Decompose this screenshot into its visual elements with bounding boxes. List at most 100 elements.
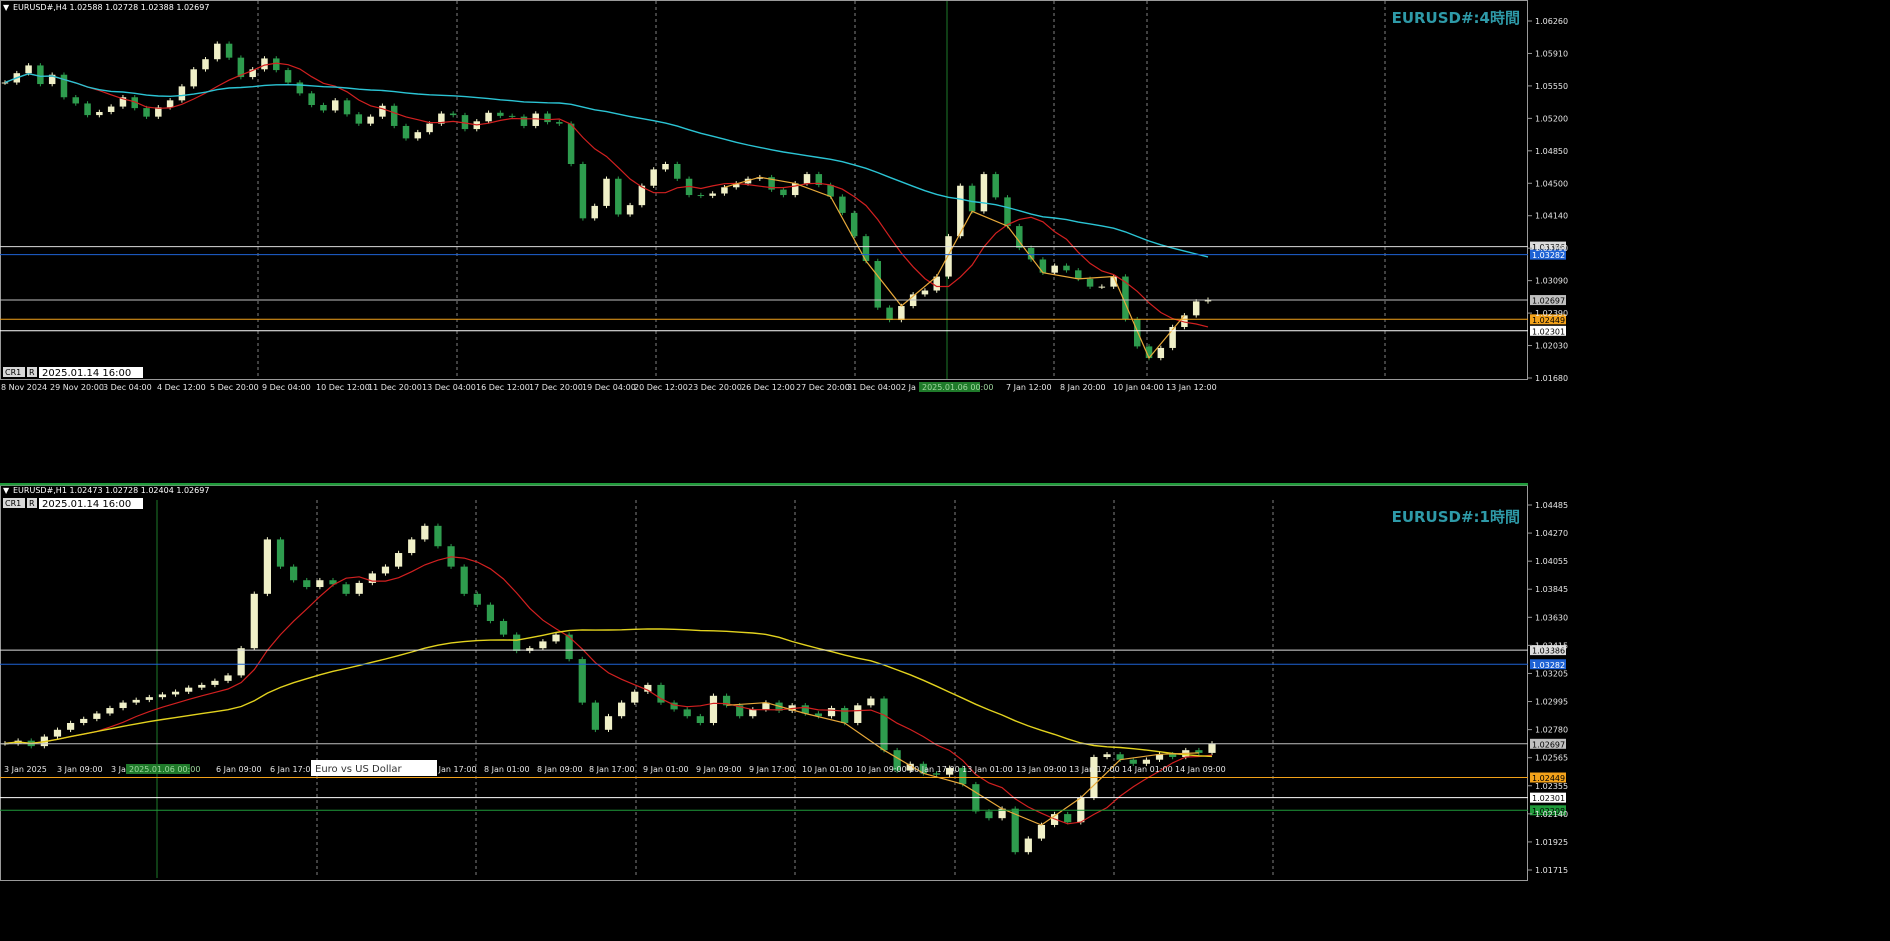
candle bbox=[198, 682, 206, 690]
h1-chart-svg[interactable]: 1.033861.032821.026971.024491.023011.022… bbox=[0, 482, 1890, 937]
price-axis-label: 1.02355 bbox=[1535, 782, 1568, 791]
time-axis-label: 17 Dec 20:00 bbox=[529, 383, 583, 392]
candle-body bbox=[968, 185, 976, 212]
candle-body bbox=[1, 82, 9, 84]
candle bbox=[1155, 751, 1164, 762]
time-axis-label: 9 Dec 04:00 bbox=[262, 383, 311, 392]
candle-body bbox=[303, 580, 311, 588]
time-axis-label: 11 Dec 20:00 bbox=[368, 383, 422, 392]
candle-body bbox=[1075, 270, 1082, 279]
price-axis-label: 1.04850 bbox=[1535, 147, 1568, 156]
chart-frame bbox=[0, 485, 1528, 881]
candle-body bbox=[499, 621, 508, 635]
candle-body bbox=[1024, 838, 1032, 853]
symbol-menu-icon[interactable]: ▼ bbox=[3, 3, 10, 12]
candle bbox=[827, 705, 836, 719]
candle-body bbox=[178, 86, 186, 101]
candle bbox=[815, 171, 823, 188]
candle-body bbox=[615, 178, 622, 215]
candle-body bbox=[355, 582, 363, 594]
candle-body bbox=[1064, 814, 1072, 823]
candle bbox=[60, 72, 68, 100]
h4-chart-pane[interactable]: 1.03386 1.03282 1.02697 1.02449 1.02301 1.062… bbox=[0, 0, 1890, 483]
candle bbox=[1192, 299, 1200, 318]
candle bbox=[331, 98, 339, 113]
candle-body bbox=[980, 174, 988, 212]
candle-body bbox=[985, 811, 993, 819]
candle-body bbox=[225, 43, 233, 58]
candle-body bbox=[1208, 743, 1216, 753]
candle bbox=[261, 56, 268, 72]
candle bbox=[1024, 836, 1032, 855]
candle-body bbox=[290, 566, 298, 581]
candle-body bbox=[603, 178, 610, 206]
candle-body bbox=[381, 566, 390, 574]
candle-body bbox=[1129, 759, 1137, 764]
zigzag-indicator-line bbox=[726, 701, 1199, 826]
candle bbox=[379, 103, 386, 119]
candle bbox=[284, 67, 292, 85]
candle-body bbox=[158, 694, 167, 698]
price-level-tag-label: 1.02301 bbox=[1532, 794, 1565, 803]
candle bbox=[1157, 345, 1165, 361]
candle bbox=[552, 632, 560, 644]
candle-body bbox=[198, 684, 206, 688]
candle-body bbox=[945, 236, 952, 277]
candle bbox=[670, 700, 678, 712]
candle bbox=[202, 56, 209, 72]
candle-body bbox=[119, 702, 127, 709]
candle-body bbox=[591, 702, 599, 730]
candle-body bbox=[66, 722, 75, 730]
price-axis-label: 1.04270 bbox=[1535, 529, 1568, 538]
h1-chart-pane[interactable]: 1.03386 1.03282 1.02697 1.02449 1.02301 1.022… bbox=[0, 482, 1890, 937]
candle-body bbox=[434, 525, 442, 547]
time-axis-label: 10 Jan 04:00 bbox=[1113, 383, 1164, 392]
candle bbox=[96, 109, 103, 118]
time-axis-label: 9 Jan 09:00 bbox=[696, 765, 742, 774]
candle bbox=[48, 72, 56, 87]
price-level-tag-label: 1.02301 bbox=[1532, 327, 1565, 336]
candle bbox=[1098, 284, 1106, 289]
price-axis-label: 1.03790 bbox=[1535, 244, 1568, 253]
candle-body bbox=[185, 687, 193, 692]
candle-body bbox=[867, 698, 875, 706]
candle bbox=[539, 639, 547, 651]
time-axis-label: 9 Jan 17:00 bbox=[749, 765, 795, 774]
candle bbox=[473, 591, 481, 607]
candle bbox=[132, 697, 140, 705]
candle-body bbox=[72, 97, 80, 104]
price-axis-label: 1.04055 bbox=[1535, 557, 1568, 566]
candle-body bbox=[390, 105, 398, 126]
candle bbox=[237, 645, 245, 678]
candle-body bbox=[394, 553, 403, 567]
time-axis-label: 26 Dec 12:00 bbox=[741, 383, 795, 392]
candle-body bbox=[1039, 259, 1047, 273]
candle-body bbox=[224, 675, 232, 681]
candle bbox=[214, 41, 221, 62]
candle-body bbox=[132, 699, 140, 703]
time-axis-label: 8 Jan 20:00 bbox=[1060, 383, 1106, 392]
candle bbox=[394, 550, 403, 569]
candle-body bbox=[355, 114, 363, 124]
candle bbox=[106, 705, 114, 716]
candle-body bbox=[618, 702, 626, 717]
time-axis-label: 10 Jan 17:00 bbox=[909, 765, 960, 774]
h4-chart-svg[interactable]: 1.033861.032821.026971.024491.023011.062… bbox=[0, 0, 1890, 483]
candle-body bbox=[1037, 824, 1046, 839]
candle bbox=[343, 98, 351, 117]
candle bbox=[225, 41, 233, 60]
symbol-menu-icon[interactable]: ▼ bbox=[3, 486, 10, 495]
symbol-watermark: EURUSD#:1時間 bbox=[1392, 508, 1520, 526]
candle bbox=[190, 67, 197, 89]
price-axis-label: 1.03090 bbox=[1535, 277, 1568, 286]
time-axis-label: 9 Jan 01:00 bbox=[643, 765, 689, 774]
candle bbox=[709, 693, 718, 726]
time-axis-label: 8 Jan 09:00 bbox=[537, 765, 583, 774]
time-axis-label: 13 Jan 01:00 bbox=[962, 765, 1013, 774]
time-axis-label: 4 Dec 12:00 bbox=[157, 383, 206, 392]
candle bbox=[381, 564, 390, 576]
candle bbox=[697, 192, 705, 199]
symbol-watermark: EURUSD#:4時間 bbox=[1392, 9, 1520, 27]
candle-body bbox=[367, 116, 374, 124]
candle bbox=[414, 129, 422, 141]
